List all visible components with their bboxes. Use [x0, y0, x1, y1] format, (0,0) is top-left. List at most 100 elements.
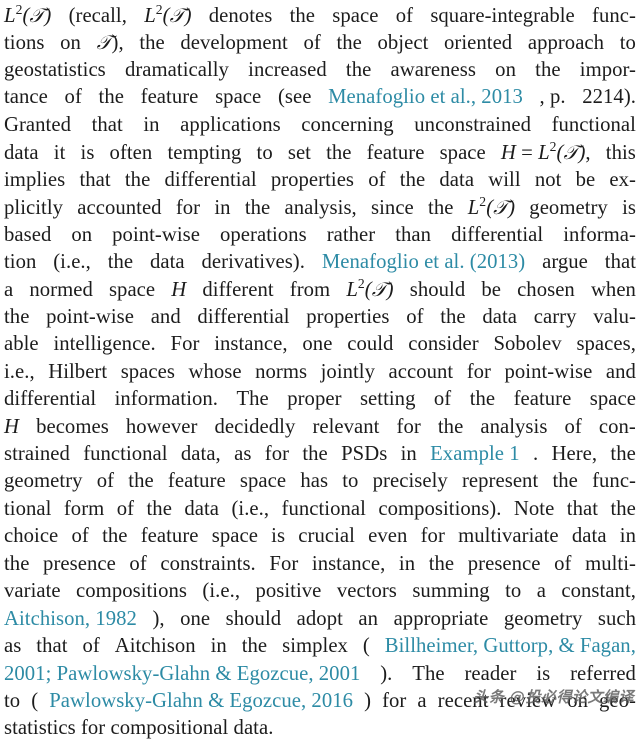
word: (see	[277, 86, 312, 109]
word: often	[109, 142, 153, 165]
word: 𝒯),	[96, 31, 124, 55]
citation-link-pawlowsky-2016[interactable]: Pawlowsky-Glahn & Egozcue, 2016	[49, 688, 353, 715]
word: operations	[220, 223, 307, 246]
word: increased	[248, 58, 327, 81]
word: be	[575, 168, 596, 191]
word: tional	[4, 497, 52, 520]
word: norms	[255, 360, 308, 383]
word: and	[605, 360, 636, 383]
text-line: tance of the feature space (see Menafogl…	[4, 84, 636, 111]
word: reader	[464, 662, 517, 685]
math-L2T: L2(𝒯)	[4, 2, 52, 27]
word: tance	[4, 86, 48, 109]
citation-link-menafoglio-2013-inline[interactable]: Menafoglio et al. (2013)	[322, 249, 525, 276]
word: the	[440, 305, 466, 328]
word: that	[566, 497, 598, 520]
word: the	[4, 552, 30, 575]
citation-link-pawlowsky-2001[interactable]: 2001; Pawlowsky-Glahn & Egozcue, 2001	[4, 661, 360, 688]
word: the	[102, 525, 128, 548]
word: the	[610, 497, 636, 520]
citation-link-aitchison-1982[interactable]: Aitchison, 1982	[4, 606, 137, 633]
word: data	[439, 168, 475, 191]
word: of	[395, 5, 414, 27]
word: feature	[167, 470, 226, 493]
word: .	[532, 443, 539, 465]
word: to	[619, 32, 636, 55]
word: one	[302, 333, 333, 356]
word: instance,	[311, 552, 386, 575]
word: concerning	[301, 113, 394, 136]
word: for	[466, 360, 491, 383]
text-line: data it is often tempting to set the fea…	[4, 139, 636, 166]
word: however	[125, 415, 198, 438]
word: data	[150, 250, 185, 273]
math-H-equals-L2T: H = L2(𝒯),	[500, 139, 591, 165]
word: properties	[270, 168, 355, 191]
word: carry	[533, 305, 577, 328]
word: for	[382, 689, 407, 712]
word: the	[469, 388, 496, 411]
word: denotes	[208, 5, 273, 27]
text-line: tional form of the data (i.e., functiona…	[4, 496, 636, 523]
watermark-text: 头条 @投必得论文编译	[473, 688, 634, 706]
word: data,	[180, 443, 221, 465]
word: compositions).	[378, 497, 502, 520]
word: that	[604, 250, 636, 273]
word: the	[241, 635, 268, 658]
word: analysis,	[284, 197, 357, 220]
word: the	[289, 5, 316, 27]
text-line: geostatistics dramatically increased the…	[4, 57, 636, 84]
word: is	[80, 142, 95, 165]
word: multi-	[585, 552, 636, 575]
word: space	[439, 142, 486, 165]
word: compositions	[76, 580, 187, 603]
word: on	[71, 223, 93, 246]
math-H: H	[4, 415, 19, 438]
word: of	[406, 305, 424, 328]
word: tion	[4, 250, 37, 273]
citation-link-menafoglio-2013[interactable]: Menafoglio et al., 2013	[328, 84, 523, 111]
word: that	[79, 168, 111, 191]
word: different	[202, 279, 274, 302]
word: that	[36, 635, 68, 658]
word: based	[4, 223, 52, 246]
word: the	[345, 58, 372, 81]
text-line: statistics for compositional data.	[4, 715, 636, 742]
word: For	[170, 333, 200, 356]
math-L2T: L2(𝒯)	[346, 276, 394, 302]
text-line: differential information. The proper set…	[4, 386, 636, 413]
word: of	[82, 635, 100, 658]
word: since	[371, 197, 414, 220]
word: an	[358, 607, 379, 630]
word: the	[124, 168, 151, 191]
word: simplex	[282, 635, 348, 658]
word: point-wise	[112, 223, 200, 246]
word: chosen	[517, 279, 575, 302]
word: the	[428, 197, 454, 220]
word: , p.	[539, 86, 566, 109]
citation-link-example-1[interactable]: Example 1	[430, 441, 520, 468]
word: is	[536, 662, 551, 685]
word: multivariate	[458, 525, 559, 548]
word: (i.e.,	[53, 250, 91, 273]
word: data	[184, 497, 220, 520]
word: as	[4, 635, 22, 658]
word: point-wise	[504, 360, 593, 383]
word: set	[287, 142, 311, 165]
word: differential	[451, 223, 544, 246]
word: properties	[306, 305, 390, 328]
citation-link-billheimer-2001[interactable]: Billheimer, Guttorp, & Fagan,	[385, 633, 636, 660]
word: the	[107, 250, 134, 273]
word: relevant	[312, 415, 380, 438]
word: rather	[326, 223, 376, 246]
word: of	[96, 470, 115, 493]
word: and	[150, 305, 181, 328]
word: is	[622, 197, 636, 220]
word: summing	[412, 580, 490, 603]
word: the	[98, 86, 124, 109]
word: normed	[29, 279, 93, 302]
word: derivatives).	[201, 250, 305, 273]
word: adopt	[296, 607, 343, 630]
word: functional	[281, 497, 366, 520]
word: this	[605, 142, 636, 165]
